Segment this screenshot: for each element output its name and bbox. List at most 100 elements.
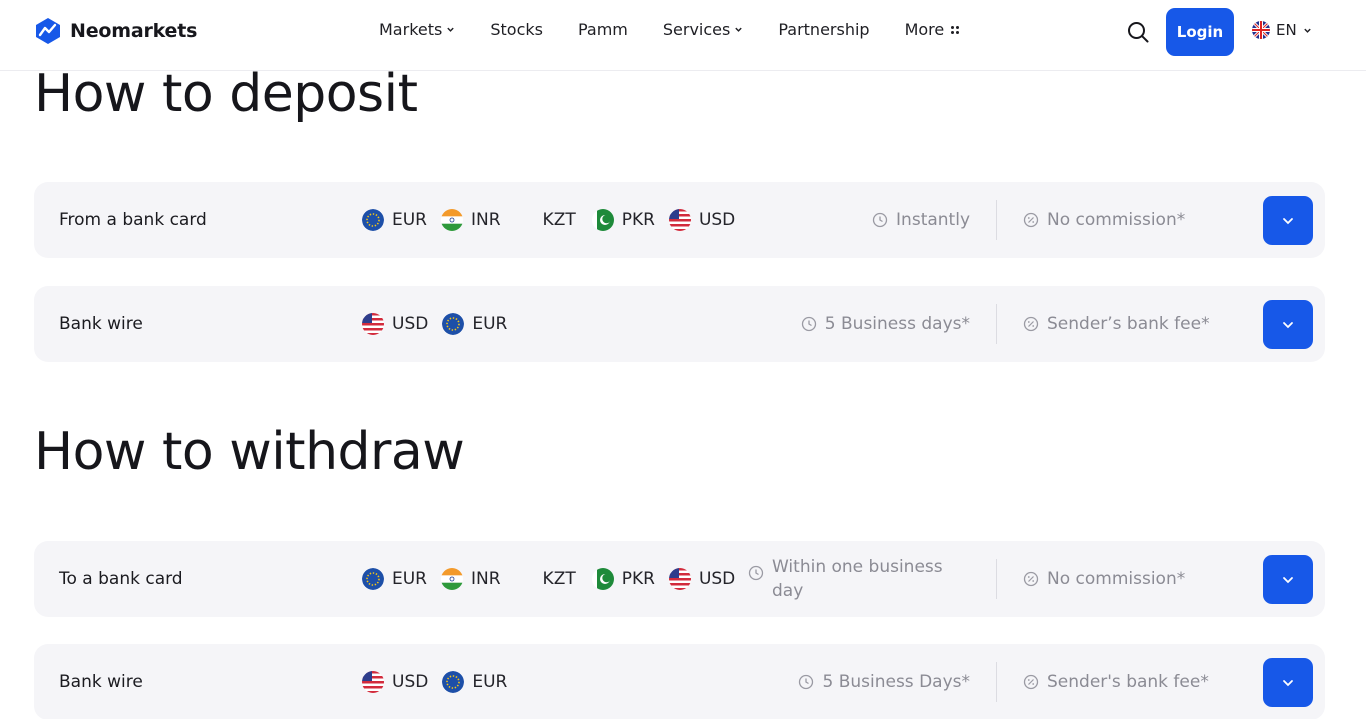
language-code: EN (1276, 21, 1297, 39)
nav-item-partnership[interactable]: Partnership (778, 20, 869, 39)
nav-item-label: Partnership (778, 20, 870, 39)
currency-pkr: PKR (591, 568, 655, 590)
percent-icon (1023, 571, 1039, 587)
usa-flag-icon (362, 671, 384, 693)
nav-item-more[interactable]: More (905, 20, 960, 39)
chevron-down-icon (1283, 321, 1293, 328)
commission-text: No commission* (1047, 569, 1186, 589)
chevron-down-icon (1283, 679, 1293, 686)
pakistan-flag-icon (591, 209, 614, 231)
nav-item-label: Pamm (577, 20, 628, 39)
expand-button[interactable] (1263, 555, 1313, 604)
currency-inr: INR (441, 209, 501, 231)
currency-eur: EUR (442, 671, 507, 693)
currency-eur: EUR (362, 568, 427, 590)
india-flag-icon (441, 209, 463, 231)
percent-icon (1023, 212, 1039, 228)
currency-kzt: KZT (543, 210, 576, 230)
divider (996, 662, 997, 702)
nav-item-services[interactable]: Services (663, 20, 743, 39)
commission-text: Sender's bank fee* (1047, 672, 1209, 692)
nav-item-label: Services (662, 20, 731, 39)
main-nav: Markets Stocks Pamm Services Partnership… (379, 20, 994, 39)
usa-flag-icon (362, 313, 384, 335)
chevron-down-icon (735, 27, 743, 32)
currency-code: INR (471, 569, 501, 589)
clock-icon (799, 674, 814, 690)
currency-code: EUR (392, 569, 427, 589)
expand-button[interactable] (1263, 300, 1313, 349)
method-name: To a bank card (59, 569, 183, 589)
percent-icon (1023, 316, 1039, 332)
commission-text: Sender’s bank fee* (1047, 314, 1210, 334)
currency-list: EUR INR KZT PKR USD (362, 541, 735, 617)
nav-item-markets[interactable]: Markets (379, 20, 455, 39)
currency-code: USD (392, 672, 429, 692)
currency-usd: USD (362, 313, 428, 335)
method-name: Bank wire (59, 672, 143, 692)
chevron-down-icon (1283, 576, 1293, 583)
brand-name: Neomarkets (70, 20, 198, 42)
usa-flag-icon (668, 568, 691, 590)
clock-icon (748, 565, 764, 581)
nav-item-label: Stocks (490, 20, 543, 39)
withdraw-method-bank-card[interactable]: To a bank card EUR INR KZT PKR USD Withi… (34, 541, 1325, 617)
login-button[interactable]: Login (1166, 8, 1234, 56)
clock-icon (872, 212, 888, 228)
currency-inr: INR (441, 568, 501, 590)
currency-code: KZT (542, 210, 576, 230)
processing-time-text: Within one business day (772, 557, 943, 601)
divider (996, 304, 997, 344)
currency-code: EUR (472, 672, 508, 692)
processing-time: 5 Business Days* (798, 644, 970, 719)
chevron-down-icon (1283, 217, 1293, 224)
currency-code: USD (698, 569, 736, 589)
nav-item-stocks[interactable]: Stocks (490, 20, 543, 39)
top-navigation-bar: Neomarkets Markets Stocks Pamm Services … (0, 0, 1366, 71)
currency-usd: USD (362, 671, 428, 693)
deposit-method-bank-card[interactable]: From a bank card EUR INR KZT PKR USD Ins… (34, 182, 1325, 258)
currency-code: USD (392, 314, 429, 334)
brand-logo[interactable]: Neomarkets (34, 17, 197, 45)
divider (996, 200, 997, 240)
currency-kzt: KZT (543, 569, 576, 589)
currency-eur: EUR (442, 313, 507, 335)
withdraw-heading: How to withdraw (34, 422, 465, 482)
currency-code: EUR (472, 314, 508, 334)
pakistan-flag-icon (591, 568, 614, 590)
neomarkets-logo-icon (36, 18, 60, 44)
currency-list: USD EUR (362, 286, 507, 362)
chevron-down-icon (1303, 28, 1311, 33)
withdraw-method-bank-wire[interactable]: Bank wire USD EUR 5 Business Days* Sende… (34, 644, 1325, 719)
processing-time: Within one business day (748, 541, 952, 617)
uk-flag-icon (1252, 21, 1270, 39)
currency-usd: USD (668, 209, 735, 231)
expand-button[interactable] (1263, 196, 1313, 245)
language-selector[interactable]: EN (1252, 21, 1312, 39)
currency-eur: EUR (362, 209, 427, 231)
dots-grid-icon (951, 25, 960, 34)
eu-flag-icon (442, 313, 465, 335)
eu-flag-icon (442, 671, 465, 693)
commission: No commission* (1023, 182, 1185, 258)
nav-item-label: More (904, 20, 945, 39)
currency-pkr: PKR (591, 209, 655, 231)
commission: Sender's bank fee* (1023, 644, 1209, 719)
processing-time-text: 5 Business days* (824, 314, 970, 334)
eu-flag-icon (362, 209, 384, 231)
divider (996, 559, 997, 599)
processing-time-text: 5 Business Days* (822, 672, 970, 692)
deposit-method-bank-wire[interactable]: Bank wire USD EUR 5 Business days* Sende… (34, 286, 1325, 362)
currency-list: EUR INR KZT PKR USD (362, 182, 735, 258)
clock-icon (801, 316, 816, 332)
currency-usd: USD (668, 568, 736, 590)
usa-flag-icon (668, 209, 691, 231)
search-icon[interactable] (1126, 20, 1150, 44)
percent-icon (1023, 674, 1039, 690)
processing-time: 5 Business days* (801, 286, 970, 362)
nav-item-pamm[interactable]: Pamm (578, 20, 628, 39)
commission: Sender’s bank fee* (1023, 286, 1210, 362)
expand-button[interactable] (1263, 658, 1313, 707)
method-name: From a bank card (59, 210, 207, 230)
commission: No commission* (1023, 541, 1185, 617)
